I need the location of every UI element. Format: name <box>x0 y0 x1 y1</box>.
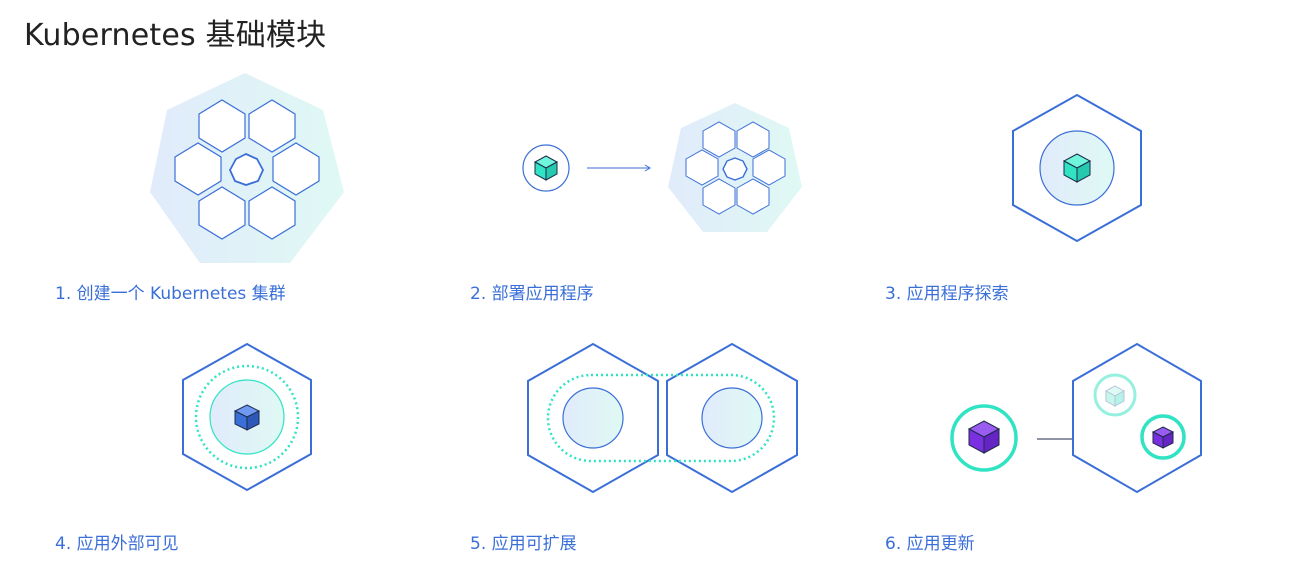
module-link-4[interactable]: 4. 应用外部可见 <box>55 529 179 554</box>
app-cube-icon <box>233 404 261 431</box>
module-link-5[interactable]: 5. 应用可扩展 <box>470 529 577 554</box>
app-cube-icon <box>1151 426 1175 449</box>
scale-app-icon[interactable] <box>522 340 807 498</box>
module-link-2[interactable]: 2. 部署应用程序 <box>470 279 594 304</box>
page-title: Kubernetes 基础模块 <box>24 18 327 53</box>
deploy-app-icon[interactable] <box>515 100 810 240</box>
module-link-6[interactable]: 6. 应用更新 <box>885 529 975 554</box>
module-link-3[interactable]: 3. 应用程序探索 <box>885 279 1009 304</box>
expose-app-icon[interactable] <box>177 340 322 498</box>
cluster-icon[interactable] <box>140 70 360 265</box>
explore-app-icon[interactable] <box>1005 90 1150 248</box>
update-app-icon[interactable] <box>945 340 1210 498</box>
module-link-1[interactable]: 1. 创建一个 Kubernetes 集群 <box>55 279 286 304</box>
